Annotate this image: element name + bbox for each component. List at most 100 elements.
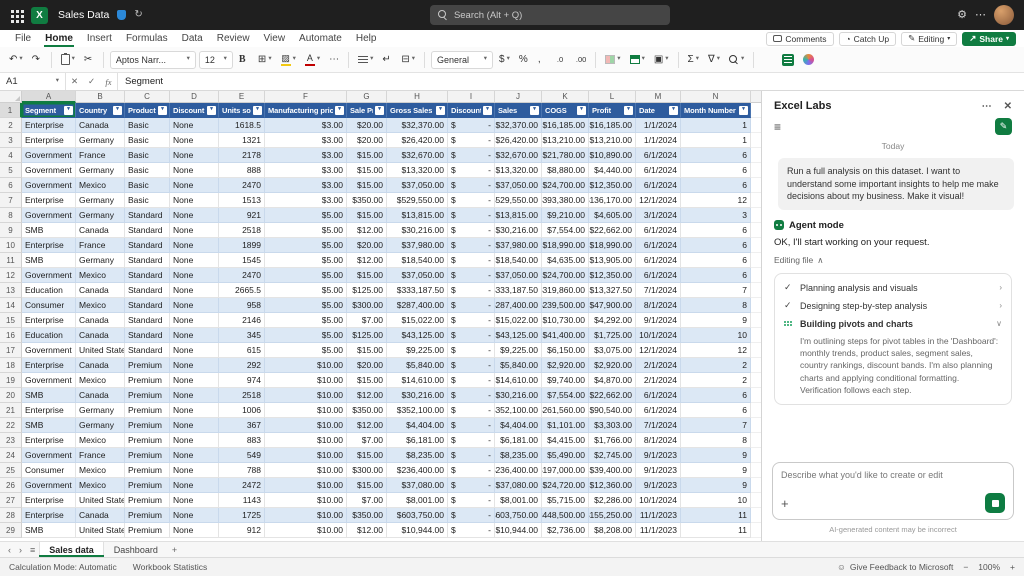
cell-I2[interactable]: $- xyxy=(448,118,495,133)
cell-F3[interactable]: $3.00 xyxy=(265,133,347,148)
row-header-17[interactable]: 17 xyxy=(0,343,22,358)
cell-M10[interactable]: 6/1/2024 xyxy=(636,238,681,253)
cell-G20[interactable]: $12.00 xyxy=(347,388,387,403)
cell-N4[interactable]: 6 xyxy=(681,148,751,163)
cell-B5[interactable]: Germany xyxy=(76,163,125,178)
cell-B29[interactable]: United States xyxy=(76,523,125,538)
cell-H24[interactable]: $8,235.00 xyxy=(387,448,448,463)
cell-D8[interactable]: None xyxy=(170,208,219,223)
cell-D2[interactable]: None xyxy=(170,118,219,133)
cell-G16[interactable]: $125.00 xyxy=(347,328,387,343)
sheet-tab-dashboard[interactable]: Dashboard xyxy=(104,542,168,557)
cell-A21[interactable]: Enterprise xyxy=(22,403,76,418)
cell-L18[interactable]: $2,920.00 xyxy=(589,358,636,373)
cell-M24[interactable]: 9/1/2023 xyxy=(636,448,681,463)
cell-J25[interactable]: $236,400.00 xyxy=(495,463,542,478)
cell-E14[interactable]: 958 xyxy=(219,298,265,313)
cell-A17[interactable]: Government xyxy=(22,343,76,358)
row-header-27[interactable]: 27 xyxy=(0,493,22,508)
formula-input[interactable]: Segment xyxy=(117,73,1024,90)
cell-N13[interactable]: 7 xyxy=(681,283,751,298)
cell-B17[interactable]: United States xyxy=(76,343,125,358)
cell-F5[interactable]: $3.00 xyxy=(265,163,347,178)
undo-button[interactable]: ↶▾ xyxy=(6,50,26,70)
cell-H8[interactable]: $13,815.00 xyxy=(387,208,448,223)
cell-E8[interactable]: 921 xyxy=(219,208,265,223)
cell-K9[interactable]: $7,554.00 xyxy=(542,223,589,238)
agent-step-planning-analysis-and-visuals[interactable]: ✓Planning analysis and visuals› xyxy=(784,279,1002,297)
cell-H22[interactable]: $4,404.00 xyxy=(387,418,448,433)
cell-L22[interactable]: $3,303.00 xyxy=(589,418,636,433)
cell-C18[interactable]: Premium xyxy=(125,358,170,373)
cell-K24[interactable]: $5,490.00 xyxy=(542,448,589,463)
cell-A22[interactable]: SMB xyxy=(22,418,76,433)
cell-G4[interactable]: $15.00 xyxy=(347,148,387,163)
cell-K7[interactable]: $393,380.00 xyxy=(542,193,589,208)
filter-icon-G[interactable]: ▾ xyxy=(375,106,384,115)
cell-A16[interactable]: Education xyxy=(22,328,76,343)
cell-M9[interactable]: 6/1/2024 xyxy=(636,223,681,238)
cell-B24[interactable]: France xyxy=(76,448,125,463)
cell-N9[interactable]: 6 xyxy=(681,223,751,238)
column-header-C[interactable]: C xyxy=(125,91,170,103)
cell-L16[interactable]: $1,725.00 xyxy=(589,328,636,343)
cell-B23[interactable]: Mexico xyxy=(76,433,125,448)
cell-M27[interactable]: 10/1/2024 xyxy=(636,493,681,508)
cell-C2[interactable]: Basic xyxy=(125,118,170,133)
cell-G8[interactable]: $15.00 xyxy=(347,208,387,223)
cell-D10[interactable]: None xyxy=(170,238,219,253)
cell-D16[interactable]: None xyxy=(170,328,219,343)
cell-A12[interactable]: Government xyxy=(22,268,76,283)
cell-D21[interactable]: None xyxy=(170,403,219,418)
user-avatar[interactable] xyxy=(994,5,1014,25)
cell-E23[interactable]: 883 xyxy=(219,433,265,448)
cell-K4[interactable]: $21,780.00 xyxy=(542,148,589,163)
row-header-19[interactable]: 19 xyxy=(0,373,22,388)
row-header-26[interactable]: 26 xyxy=(0,478,22,493)
cell-L12[interactable]: $12,350.00 xyxy=(589,268,636,283)
cell-N2[interactable]: 1 xyxy=(681,118,751,133)
cell-K2[interactable]: $16,185.00 xyxy=(542,118,589,133)
cell-C8[interactable]: Standard xyxy=(125,208,170,223)
cell-M5[interactable]: 6/1/2024 xyxy=(636,163,681,178)
cell-K28[interactable]: $448,500.00 xyxy=(542,508,589,523)
cell-B22[interactable]: Germany xyxy=(76,418,125,433)
autosum-button[interactable]: Σ▾ xyxy=(685,50,702,70)
cell-J21[interactable]: $352,100.00 xyxy=(495,403,542,418)
enter-check-icon[interactable]: ✓ xyxy=(83,73,100,90)
cell-F24[interactable]: $10.00 xyxy=(265,448,347,463)
cell-E6[interactable]: 2470 xyxy=(219,178,265,193)
cell-B8[interactable]: Germany xyxy=(76,208,125,223)
cell-B9[interactable]: Canada xyxy=(76,223,125,238)
sort-filter-button[interactable]: ∇▾ xyxy=(705,50,723,70)
cell-H23[interactable]: $6,181.00 xyxy=(387,433,448,448)
workbook-statistics[interactable]: Workbook Statistics xyxy=(133,562,207,572)
cell-N12[interactable]: 6 xyxy=(681,268,751,283)
bold-button[interactable]: B xyxy=(236,50,252,70)
cell-K13[interactable]: $319,860.00 xyxy=(542,283,589,298)
column-header-G[interactable]: G xyxy=(347,91,387,103)
cell-B10[interactable]: France xyxy=(76,238,125,253)
cell-A19[interactable]: Government xyxy=(22,373,76,388)
chat-input-box[interactable]: + xyxy=(772,462,1014,520)
cell-M17[interactable]: 12/1/2024 xyxy=(636,343,681,358)
cell-L4[interactable]: $10,890.00 xyxy=(589,148,636,163)
merge-center-button[interactable]: ⊟▾ xyxy=(398,50,418,70)
cell-C12[interactable]: Standard xyxy=(125,268,170,283)
cell-G19[interactable]: $15.00 xyxy=(347,373,387,388)
cell-F26[interactable]: $10.00 xyxy=(265,478,347,493)
cell-H25[interactable]: $236,400.00 xyxy=(387,463,448,478)
cell-H1[interactable]: Gross Sales▾ xyxy=(387,103,448,118)
cell-F19[interactable]: $10.00 xyxy=(265,373,347,388)
cell-D11[interactable]: None xyxy=(170,253,219,268)
cell-N17[interactable]: 12 xyxy=(681,343,751,358)
cell-I22[interactable]: $- xyxy=(448,418,495,433)
cell-F2[interactable]: $3.00 xyxy=(265,118,347,133)
zoom-in-button[interactable]: + xyxy=(1010,562,1015,572)
cell-J28[interactable]: $603,750.00 xyxy=(495,508,542,523)
cell-I21[interactable]: $- xyxy=(448,403,495,418)
cell-C27[interactable]: Premium xyxy=(125,493,170,508)
cell-K5[interactable]: $8,880.00 xyxy=(542,163,589,178)
cell-I12[interactable]: $- xyxy=(448,268,495,283)
cell-C13[interactable]: Standard xyxy=(125,283,170,298)
